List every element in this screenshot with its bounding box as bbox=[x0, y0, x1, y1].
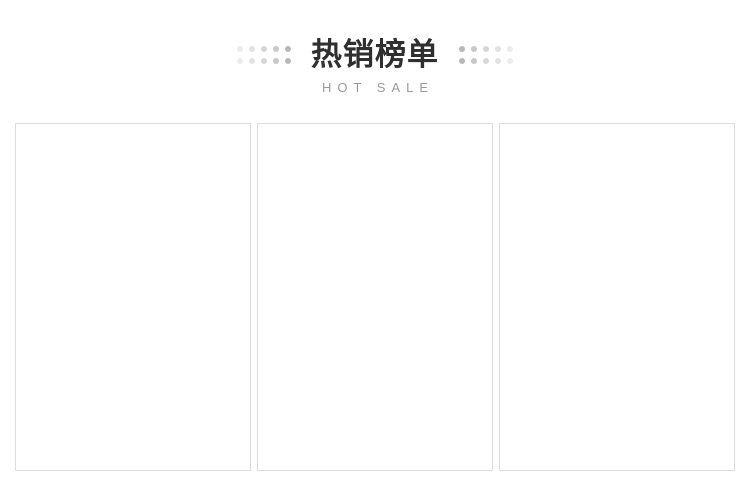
product-card[interactable] bbox=[15, 123, 251, 471]
product-card-list bbox=[15, 123, 735, 471]
section-header: 热销榜单 HOT SALE bbox=[0, 0, 750, 110]
section-title: 热销榜单 bbox=[311, 37, 439, 73]
product-card[interactable] bbox=[499, 123, 735, 471]
section-subtitle: HOT SALE bbox=[321, 80, 435, 95]
hot-sale-section: 热销榜单 HOT SALE bbox=[0, 0, 750, 500]
dot-grid-right-icon bbox=[459, 46, 513, 64]
dot-grid-left-icon bbox=[237, 46, 291, 64]
product-card[interactable] bbox=[257, 123, 493, 471]
title-row: 热销榜单 bbox=[0, 32, 750, 78]
